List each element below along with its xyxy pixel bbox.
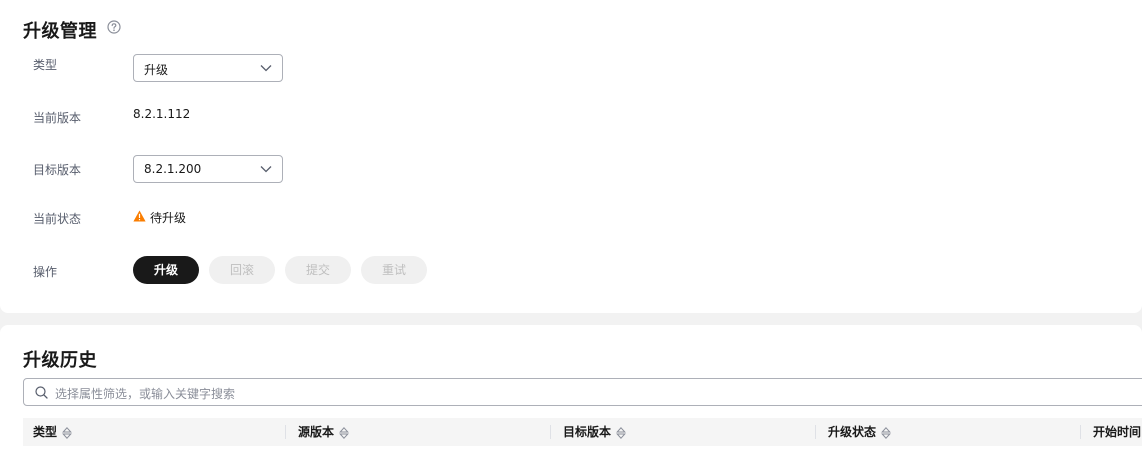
retry-button[interactable]: 重试 bbox=[361, 256, 427, 284]
upgrade-button[interactable]: 升级 bbox=[133, 256, 199, 284]
current-version-value: 8.2.1.112 bbox=[133, 107, 191, 121]
action-label: 操作 bbox=[33, 265, 58, 279]
search-input[interactable]: 选择属性筛选，或输入关键字搜索 bbox=[23, 378, 1142, 406]
column-header-label: 开始时间 bbox=[1093, 425, 1142, 439]
column-header-target-version[interactable]: 目标版本 bbox=[563, 418, 626, 446]
chevron-down-icon bbox=[260, 166, 272, 173]
sort-icon[interactable] bbox=[881, 426, 891, 439]
current-version-label: 当前版本 bbox=[33, 111, 82, 125]
history-title: 升级历史 bbox=[23, 350, 97, 371]
column-divider[interactable] bbox=[815, 425, 816, 439]
column-header-source-version[interactable]: 源版本 bbox=[298, 418, 349, 446]
column-header-label: 升级状态 bbox=[828, 425, 877, 439]
column-header-start-time[interactable]: 开始时间 bbox=[1093, 418, 1141, 446]
column-header-upgrade-status[interactable]: 升级状态 bbox=[828, 418, 891, 446]
type-select-value: 升级 bbox=[144, 63, 169, 77]
type-select[interactable]: 升级 bbox=[133, 54, 283, 82]
sort-icon[interactable] bbox=[62, 426, 72, 439]
column-divider[interactable] bbox=[285, 425, 286, 439]
sort-icon[interactable] bbox=[339, 426, 349, 439]
rollback-button[interactable]: 回滚 bbox=[209, 256, 275, 284]
page-title: 升级管理 bbox=[23, 21, 97, 42]
column-header-label: 类型 bbox=[33, 425, 58, 439]
search-placeholder: 选择属性筛选，或输入关键字搜索 bbox=[55, 387, 236, 401]
upgrade-management-card: 升级管理 类型 升级 当前版本 8.2.1.112 目标版本 8.2.1.200… bbox=[0, 0, 1142, 313]
column-divider[interactable] bbox=[550, 425, 551, 439]
target-version-select[interactable]: 8.2.1.200 bbox=[133, 155, 283, 183]
help-icon[interactable] bbox=[107, 20, 121, 34]
type-label: 类型 bbox=[33, 58, 58, 72]
chevron-down-icon bbox=[260, 65, 272, 72]
column-divider[interactable] bbox=[1080, 425, 1081, 439]
sort-icon[interactable] bbox=[616, 426, 626, 439]
column-header-label: 源版本 bbox=[298, 425, 335, 439]
column-header-type[interactable]: 类型 bbox=[33, 418, 72, 446]
status-label: 当前状态 bbox=[33, 212, 82, 226]
submit-button[interactable]: 提交 bbox=[285, 256, 351, 284]
upgrade-history-card: 升级历史 选择属性筛选，或输入关键字搜索 类型 源版本 目标版本 升级状态 开始… bbox=[0, 325, 1142, 452]
status-value: 待升级 bbox=[150, 211, 187, 225]
warning-icon bbox=[133, 210, 146, 222]
column-header-label: 目标版本 bbox=[563, 425, 612, 439]
target-version-label: 目标版本 bbox=[33, 163, 82, 177]
target-version-select-value: 8.2.1.200 bbox=[144, 162, 202, 176]
search-icon bbox=[35, 386, 48, 399]
table-header: 类型 源版本 目标版本 升级状态 开始时间 bbox=[23, 418, 1142, 446]
